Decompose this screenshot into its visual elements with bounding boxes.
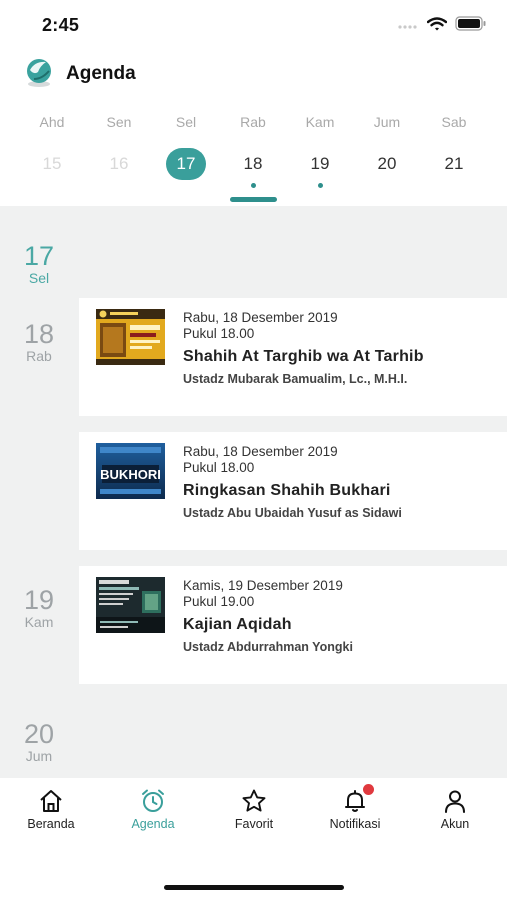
status-icons	[397, 16, 487, 31]
event-speaker: Ustadz Abdurrahman Yongki	[183, 640, 353, 654]
status-bar: 2:45	[0, 0, 507, 48]
date-marker-day: Rab	[26, 348, 52, 364]
week-day-number: 21	[444, 154, 464, 173]
week-day-name: Rab	[240, 114, 266, 130]
home-icon	[40, 790, 62, 812]
date-marker-18: 18 Rab	[0, 320, 78, 364]
tab-akun[interactable]: Akun	[410, 788, 500, 831]
date-marker-day: Sel	[28, 270, 50, 286]
user-icon	[445, 790, 465, 813]
date-marker-day: Kam	[24, 614, 54, 630]
week-day-name: Sab	[441, 114, 467, 130]
agenda-screen: 2:45 Agenda Ahd 15 Sen 16 Sel 17 Rab 18 …	[0, 0, 507, 900]
event-thumbnail	[96, 577, 165, 633]
date-marker-number: 20	[23, 719, 55, 749]
event-date: Rabu, 18 Desember 2019	[183, 444, 338, 459]
tab-label: Favorit	[234, 817, 274, 831]
week-day-number: 18	[243, 154, 263, 173]
date-marker-20: 20 Jum	[0, 720, 78, 764]
event-title: Ringkasan Shahih Bukhari	[183, 482, 391, 499]
battery-icon	[455, 16, 486, 31]
wifi-icon	[427, 16, 447, 30]
event-card[interactable]: Kamis, 19 Desember 2019 Pukul 19.00 Kaji…	[79, 566, 507, 684]
week-scroll-indicator	[230, 197, 277, 202]
week-day-18[interactable]: Rab 18	[223, 112, 283, 188]
week-day-name: Jum	[373, 114, 401, 130]
event-card[interactable]: Rabu, 18 Desember 2019 Pukul 18.00 Shahi…	[79, 298, 507, 416]
thumb-caption: BUKHORI	[100, 467, 161, 482]
date-marker-number: 18	[23, 319, 55, 349]
event-time: Pukul 19.00	[183, 594, 255, 609]
page-title: Agenda	[66, 63, 136, 84]
date-marker-number: 17	[23, 241, 55, 271]
app-header: Agenda	[0, 54, 507, 94]
event-card[interactable]: BUKHORI Rabu, 18 Desember 2019 Pukul 18.…	[79, 432, 507, 550]
week-day-19[interactable]: Kam 19	[290, 112, 350, 188]
event-time: Pukul 18.00	[183, 326, 255, 341]
event-speaker: Ustadz Mubarak Bamualim, Lc., M.H.I.	[183, 372, 408, 386]
week-day-16[interactable]: Sen 16	[89, 112, 149, 180]
star-icon	[242, 789, 266, 812]
tab-favorit[interactable]: Favorit	[209, 788, 299, 831]
date-marker-19: 19 Kam	[0, 586, 78, 630]
event-dot	[317, 183, 323, 188]
signal-icon	[398, 24, 417, 29]
tab-label: Agenda	[131, 817, 175, 831]
app-logo-icon	[27, 59, 51, 87]
week-day-number: 20	[377, 154, 397, 173]
tab-notifikasi[interactable]: Notifikasi	[310, 784, 400, 831]
week-day-number: 19	[310, 154, 330, 173]
tab-label: Notifikasi	[329, 817, 381, 831]
event-dot	[250, 183, 256, 188]
event-title: Kajian Aqidah	[183, 616, 292, 633]
event-date: Kamis, 19 Desember 2019	[183, 578, 343, 593]
week-day-20[interactable]: Jum 20	[357, 112, 417, 180]
alarm-clock-icon	[142, 789, 164, 812]
event-title: Shahih At Targhib wa At Tarhib	[183, 348, 424, 365]
week-day-name: Sen	[106, 114, 132, 130]
week-day-name: Ahd	[39, 114, 65, 130]
tab-bar: Beranda Agenda Favorit Notifikasi Akun	[0, 778, 507, 838]
date-marker-number: 19	[23, 585, 55, 615]
week-day-number: 15	[42, 154, 62, 173]
notification-badge	[363, 784, 374, 795]
tab-label: Beranda	[27, 817, 75, 831]
event-date: Rabu, 18 Desember 2019	[183, 310, 338, 325]
week-day-17[interactable]: Sel 17	[156, 112, 216, 180]
week-day-number: 16	[109, 154, 129, 173]
event-speaker: Ustadz Abu Ubaidah Yusuf as Sidawi	[183, 506, 402, 520]
tab-label: Akun	[440, 817, 470, 831]
event-thumbnail: BUKHORI	[96, 443, 165, 499]
tab-agenda[interactable]: Agenda	[108, 788, 198, 831]
bell-icon-wrapper	[342, 784, 374, 814]
agenda-list[interactable]: 17 Sel 18 Rab Rabu, 18 Desember 2019 Puk…	[0, 206, 507, 778]
week-day-name: Sel	[175, 114, 197, 130]
event-thumbnail	[96, 309, 165, 365]
event-time: Pukul 18.00	[183, 460, 255, 475]
week-day-15[interactable]: Ahd 15	[22, 112, 82, 180]
home-indicator[interactable]	[164, 885, 344, 890]
week-day-name: Kam	[305, 114, 335, 130]
week-day-number-selected: 17	[166, 148, 206, 180]
status-time: 2:45	[42, 15, 80, 35]
week-day-21[interactable]: Sab 21	[424, 112, 484, 180]
date-marker-day: Jum	[25, 748, 53, 764]
tab-beranda[interactable]: Beranda	[6, 788, 96, 831]
week-strip: Ahd 15 Sen 16 Sel 17 Rab 18 Kam 19 Jum 2…	[0, 112, 507, 207]
date-marker-17: 17 Sel	[0, 242, 78, 286]
